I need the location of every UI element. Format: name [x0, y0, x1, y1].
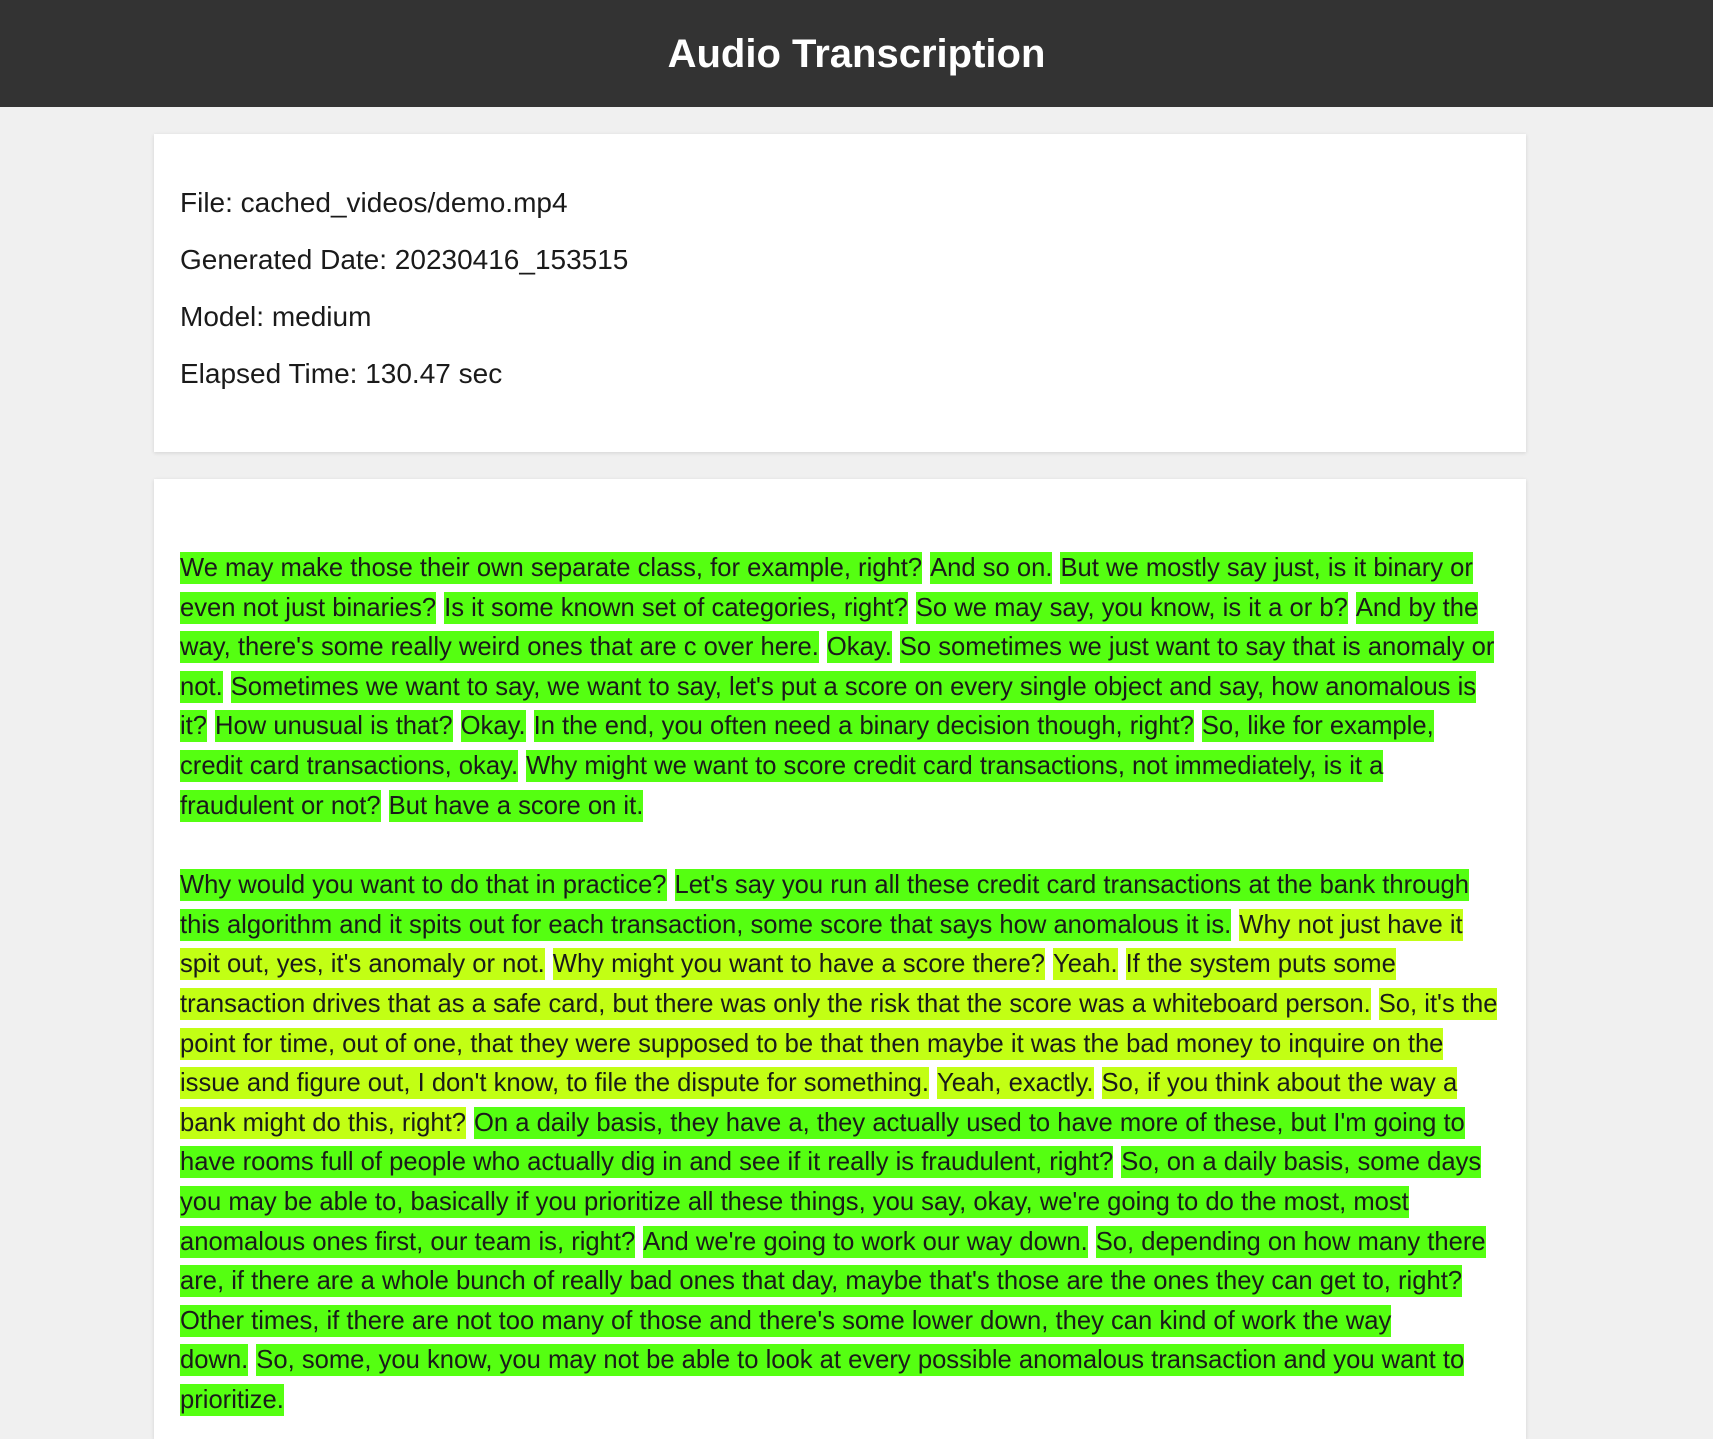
transcript-segment: Why might you want to have a score there… [552, 948, 1046, 981]
generated-date-info: Generated Date: 20230416_153515 [180, 244, 629, 275]
app-header: Audio Transcription [0, 0, 1713, 107]
file-info: File: cached_videos/demo.mp4 [180, 187, 568, 218]
transcript-paragraph: Why would you want to do that in practic… [180, 866, 1500, 1420]
transcript-segment: Yeah. [1053, 948, 1118, 981]
elapsed-time-info: Elapsed Time: 130.47 sec [180, 358, 503, 389]
transcript-card: We may make those their own separate cla… [154, 479, 1526, 1439]
transcript-segment: Is it some known set of categories, righ… [444, 591, 908, 624]
model-info: Model: medium [180, 301, 372, 332]
metadata-card: File: cached_videos/demo.mp4 Generated D… [154, 134, 1526, 452]
transcript-segment: But have a score on it. [388, 789, 644, 822]
transcript-segment: In the end, you often need a binary deci… [533, 710, 1194, 743]
transcript-segment: Yeah, exactly. [936, 1067, 1094, 1100]
transcript-segment: Okay. [460, 710, 526, 743]
transcript-paragraph: We may make those their own separate cla… [180, 549, 1500, 826]
transcript-segment: We may make those their own separate cla… [180, 552, 923, 584]
transcript-segment: So we may say, you know, is it a or b? [915, 591, 1348, 624]
transcript-segment: How unusual is that? [215, 710, 453, 743]
transcript-segment: So, some, you know, you may not be able … [180, 1344, 1465, 1416]
transcript-segment: Why would you want to do that in practic… [180, 869, 667, 902]
transcript-segment: And we're going to work our way down. [643, 1225, 1088, 1258]
page-title: Audio Transcription [667, 31, 1046, 76]
transcript-segment: And so on. [930, 552, 1053, 584]
transcript-segment: Okay. [826, 631, 892, 664]
